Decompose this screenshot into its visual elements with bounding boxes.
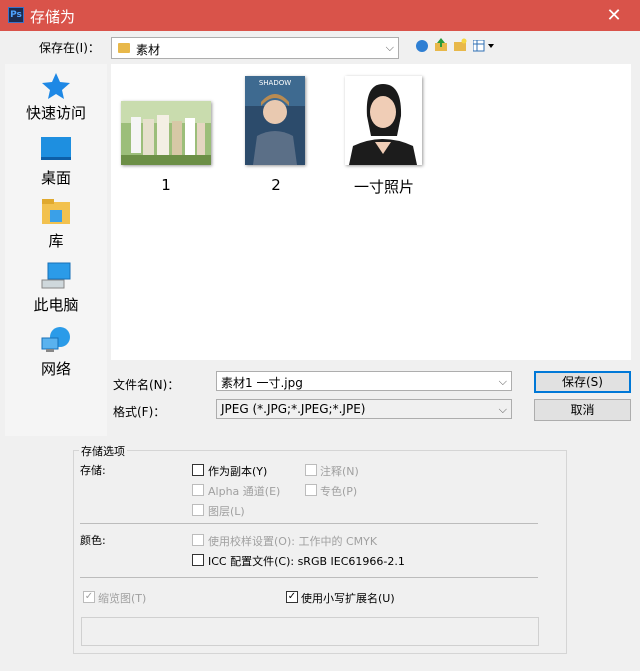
- chevron-down-icon: ⌵: [498, 403, 507, 416]
- format-dropdown[interactable]: JPEG (*.JPG;*.JPEG;*.JPE) ⌵: [216, 399, 512, 419]
- chevron-down-icon: ⌵: [498, 375, 507, 388]
- view-menu-icon[interactable]: [472, 39, 494, 52]
- notes-checkbox[interactable]: [305, 464, 317, 476]
- thumbnail-id-photo: [345, 76, 422, 165]
- separator: [80, 577, 538, 578]
- network-icon: [41, 327, 70, 352]
- photoshop-icon: Ps: [8, 7, 24, 23]
- back-icon[interactable]: [416, 40, 428, 52]
- place-label: 库: [48, 232, 64, 250]
- thumbnail-portrait: SHADOW: [245, 76, 305, 165]
- warning-area: [81, 617, 539, 646]
- place-quick-access[interactable]: 快速访问: [5, 72, 107, 123]
- svg-text:SHADOW: SHADOW: [259, 79, 291, 87]
- place-label: 桌面: [40, 169, 71, 187]
- filename-input[interactable]: 素材1 一寸.jpg ⌵: [216, 371, 512, 391]
- file-name: 1: [161, 176, 171, 194]
- icc-label: ICC 配置文件(C): sRGB IEC61966-2.1: [208, 555, 405, 568]
- save-in-folder: 素材: [136, 43, 161, 57]
- layers-label: 图层(L): [208, 505, 245, 518]
- close-button[interactable]: ✕: [604, 6, 624, 26]
- place-label: 网络: [40, 360, 71, 378]
- lowercase-ext-checkbox[interactable]: ✓: [286, 591, 298, 603]
- lowercase-ext-label: 使用小写扩展名(U): [301, 592, 395, 605]
- spot-label: 专色(P): [320, 485, 358, 498]
- alpha-checkbox[interactable]: [192, 484, 204, 496]
- star-icon: [42, 73, 70, 99]
- filename-value: 素材1 一寸.jpg: [221, 376, 303, 390]
- title-bar: [0, 0, 640, 31]
- place-network[interactable]: 网络: [5, 326, 107, 379]
- spot-checkbox[interactable]: [305, 484, 317, 496]
- as-copy-checkbox[interactable]: [192, 464, 204, 476]
- color-label: 颜色:: [80, 534, 106, 547]
- file-name: 2: [271, 176, 281, 194]
- up-folder-icon[interactable]: [434, 38, 448, 52]
- format-value: JPEG (*.JPG;*.JPEG;*.JPE): [221, 402, 366, 416]
- format-label: 格式(F)：: [113, 405, 166, 419]
- as-copy-label: 作为副本(Y): [208, 465, 268, 478]
- place-library[interactable]: 库: [5, 198, 107, 251]
- file-name: 一寸照片: [353, 178, 414, 196]
- save-in-label: 保存在(I)：: [39, 41, 100, 55]
- thumbnail-checkbox[interactable]: ✓: [83, 591, 95, 603]
- place-this-pc[interactable]: 此电脑: [5, 262, 107, 315]
- proof-checkbox[interactable]: [192, 534, 204, 546]
- computer-icon: [41, 262, 71, 289]
- proof-label: 使用校样设置(O): 工作中的 CMYK: [208, 535, 378, 548]
- save-in-dropdown[interactable]: 素材 ⌵: [111, 37, 399, 59]
- place-label: 快速访问: [25, 104, 86, 122]
- chevron-down-icon: ⌵: [385, 41, 394, 54]
- icc-checkbox[interactable]: [192, 554, 204, 566]
- desktop-icon: [41, 137, 71, 160]
- place-desktop[interactable]: 桌面: [5, 135, 107, 188]
- cancel-button[interactable]: 取消: [534, 399, 631, 421]
- store-label: 存储:: [80, 464, 106, 477]
- separator: [80, 523, 538, 524]
- save-button[interactable]: 保存(S): [534, 371, 631, 393]
- thumbnail-family: [121, 101, 211, 165]
- window-title: 存储为: [30, 8, 76, 26]
- thumbnail-label: 缩览图(T): [98, 592, 147, 605]
- filename-label: 文件名(N)：: [113, 378, 180, 392]
- layers-checkbox[interactable]: [192, 504, 204, 516]
- save-options-title: 存储选项: [79, 443, 127, 459]
- new-folder-icon[interactable]: [453, 38, 467, 52]
- place-label: 此电脑: [33, 296, 79, 314]
- alpha-label: Alpha 通道(E): [208, 485, 281, 498]
- notes-label: 注释(N): [320, 465, 359, 478]
- library-icon: [42, 199, 70, 224]
- folder-icon: [118, 43, 130, 53]
